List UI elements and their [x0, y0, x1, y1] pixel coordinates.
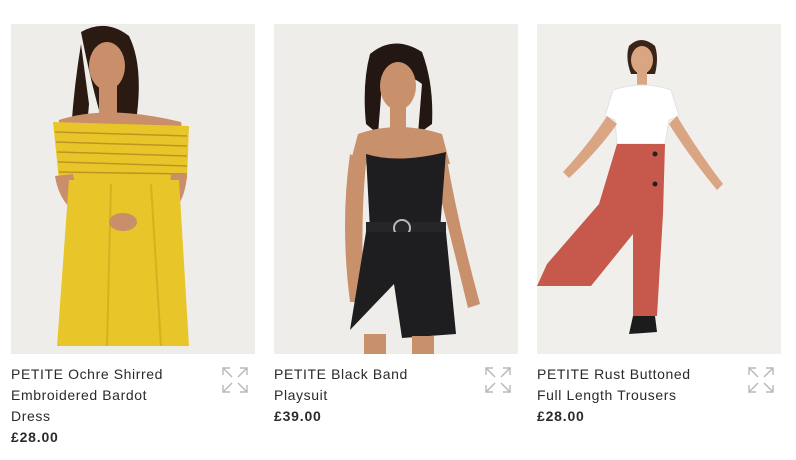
product-price: £39.00: [274, 408, 322, 424]
product-photo-black-playsuit: [274, 24, 518, 354]
product-card: PETITE Black Band Playsuit £39.00: [274, 24, 518, 427]
product-image-black-playsuit[interactable]: [274, 24, 518, 354]
expand-icon[interactable]: [221, 366, 249, 394]
product-name[interactable]: PETITE Black Band Playsuit: [274, 364, 444, 406]
product-price: £28.00: [11, 429, 59, 445]
product-name[interactable]: PETITE Rust Buttoned Full Length Trouser…: [537, 364, 707, 406]
product-name[interactable]: PETITE Ochre Shirred Embroidered Bardot …: [11, 364, 181, 427]
product-image-ochre-dress[interactable]: [11, 24, 255, 354]
expand-icon[interactable]: [747, 366, 775, 394]
product-photo-yellow-dress: [11, 24, 255, 354]
product-image-rust-trousers[interactable]: [537, 24, 781, 354]
product-card: PETITE Rust Buttoned Full Length Trouser…: [537, 24, 781, 427]
product-card: PETITE Ochre Shirred Embroidered Bardot …: [11, 24, 255, 448]
product-grid: PETITE Ochre Shirred Embroidered Bardot …: [11, 24, 781, 454]
product-price: £28.00: [537, 408, 585, 424]
product-photo-rust-trousers: [537, 24, 781, 354]
expand-icon[interactable]: [484, 366, 512, 394]
